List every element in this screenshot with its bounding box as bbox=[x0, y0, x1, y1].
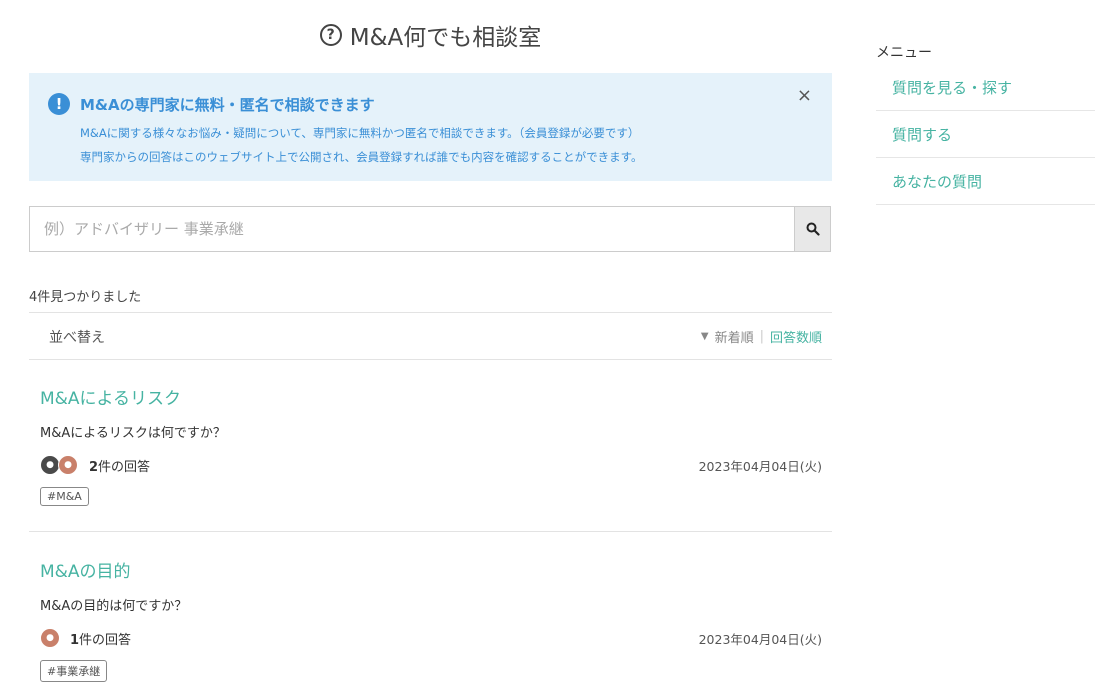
avatar: ● bbox=[40, 455, 60, 475]
answer-count-suffix: 件の回答 bbox=[79, 633, 132, 648]
question-title[interactable]: M&Aの目的 bbox=[40, 557, 131, 582]
sidebar-item-your-questions[interactable]: あなたの質問 bbox=[876, 158, 1095, 205]
question-text: M&Aの目的は何ですか？ bbox=[40, 599, 188, 614]
caret-down-icon: ▼ bbox=[700, 331, 709, 342]
exclamation-icon: ! bbox=[48, 93, 70, 115]
sort-options: ▼ 新着順 | 回答数順 bbox=[701, 327, 822, 346]
answerer-avatars: ● bbox=[40, 628, 60, 648]
answer-count[interactable]: 1件の回答 bbox=[70, 629, 131, 648]
sidebar-item-browse[interactable]: 質問を見る・探す bbox=[876, 64, 1095, 111]
sort-separator: | bbox=[759, 329, 764, 344]
question-title[interactable]: M&Aによるリスク bbox=[40, 384, 181, 409]
question-date: 2023年04月04日(火) bbox=[698, 632, 822, 647]
answer-count[interactable]: 2件の回答 bbox=[89, 456, 150, 475]
question-text: M&Aによるリスクは何ですか？ bbox=[40, 426, 226, 441]
notice-title: M&Aの専門家に無料・匿名で相談できます bbox=[80, 96, 375, 114]
result-count: 4件見つかりました bbox=[29, 290, 142, 305]
answerer-avatars: ● ● bbox=[40, 455, 78, 475]
menu-heading: メニュー bbox=[876, 45, 932, 61]
answer-count-suffix: 件の回答 bbox=[98, 460, 151, 475]
search-input[interactable] bbox=[30, 207, 794, 251]
avatar: ● bbox=[40, 628, 60, 648]
sort-bar: 並べ替え ▼ 新着順 | 回答数順 bbox=[29, 312, 832, 360]
question-tag[interactable]: #M&A bbox=[40, 487, 89, 506]
search-button[interactable] bbox=[794, 207, 830, 251]
question-tag[interactable]: #事業承継 bbox=[40, 660, 108, 682]
page-title-text: M&A何でも相談室 bbox=[349, 25, 542, 51]
divider bbox=[29, 531, 832, 532]
answer-count-number: 2 bbox=[89, 460, 99, 475]
sort-option-newest[interactable]: 新着順 bbox=[715, 327, 754, 346]
close-icon[interactable]: × bbox=[797, 85, 812, 106]
sort-label: 並べ替え bbox=[49, 330, 105, 346]
info-notice: ! M&Aの専門家に無料・匿名で相談できます M&Aに関する様々なお悩み・疑問に… bbox=[29, 73, 832, 181]
question-date: 2023年04月04日(火) bbox=[698, 459, 822, 474]
avatar: ● bbox=[58, 455, 78, 475]
answer-count-number: 1 bbox=[70, 633, 80, 648]
sidebar-item-ask[interactable]: 質問する bbox=[876, 111, 1095, 158]
search-bar bbox=[29, 206, 831, 252]
notice-line-1: M&Aに関する様々なお悩み・疑問について、専門家に無料かつ匿名で相談できます。（… bbox=[80, 126, 640, 140]
notice-line-2: 専門家からの回答はこのウェブサイト上で公開され、会員登録すれば誰でも内容を確認す… bbox=[80, 150, 643, 164]
question-circle-icon: ? bbox=[319, 24, 342, 46]
search-icon bbox=[806, 222, 820, 236]
page-title: ? M&A何でも相談室 bbox=[29, 18, 832, 52]
sort-option-answers[interactable]: 回答数順 bbox=[770, 327, 822, 346]
